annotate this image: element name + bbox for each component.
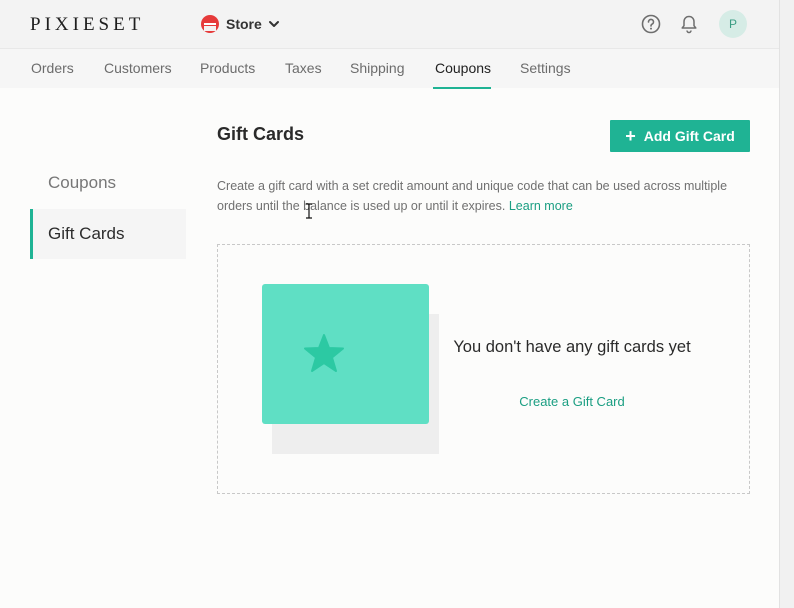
gift-card-illustration xyxy=(262,284,429,424)
store-icon xyxy=(201,15,219,33)
gift-card-description: Create a gift card with a set credit amo… xyxy=(217,176,757,216)
tab-customers[interactable]: Customers xyxy=(104,60,172,76)
empty-state-title: You don't have any gift cards yet xyxy=(453,338,691,356)
create-gift-card-link[interactable]: Create a Gift Card xyxy=(452,394,692,409)
description-text: Create a gift card with a set credit amo… xyxy=(217,179,728,213)
tab-coupons[interactable]: Coupons xyxy=(435,60,491,76)
sidebar-item-gift-cards[interactable]: Gift Cards xyxy=(30,209,186,259)
chevron-down-icon xyxy=(268,21,279,27)
plus-icon: + xyxy=(625,125,636,146)
tab-shipping[interactable]: Shipping xyxy=(350,60,405,76)
pixieset-logo[interactable]: PIXIESET xyxy=(30,14,144,36)
store-label: Store xyxy=(226,16,262,32)
tab-settings[interactable]: Settings xyxy=(520,60,571,76)
active-tab-indicator xyxy=(433,87,491,89)
star-icon xyxy=(304,334,344,372)
tab-taxes[interactable]: Taxes xyxy=(285,60,322,76)
window-edge xyxy=(779,0,794,608)
tab-products[interactable]: Products xyxy=(200,60,255,76)
page-title: Gift Cards xyxy=(217,124,305,144)
tab-orders[interactable]: Orders xyxy=(31,60,74,76)
help-icon[interactable] xyxy=(639,12,663,36)
store-switcher[interactable]: Store xyxy=(200,13,280,35)
add-gift-card-label: Add Gift Card xyxy=(643,128,735,144)
avatar[interactable]: P xyxy=(719,10,747,38)
sidebar-item-coupons[interactable]: Coupons xyxy=(30,158,186,208)
store-tabs: Orders Customers Products Taxes Shipping… xyxy=(0,48,780,89)
bell-icon[interactable] xyxy=(677,12,701,36)
learn-more-link[interactable]: Learn more xyxy=(509,199,573,213)
top-bar: PIXIESET Store P xyxy=(0,0,780,48)
text-cursor-icon xyxy=(306,203,312,219)
add-gift-card-button[interactable]: + Add Gift Card xyxy=(610,120,750,152)
